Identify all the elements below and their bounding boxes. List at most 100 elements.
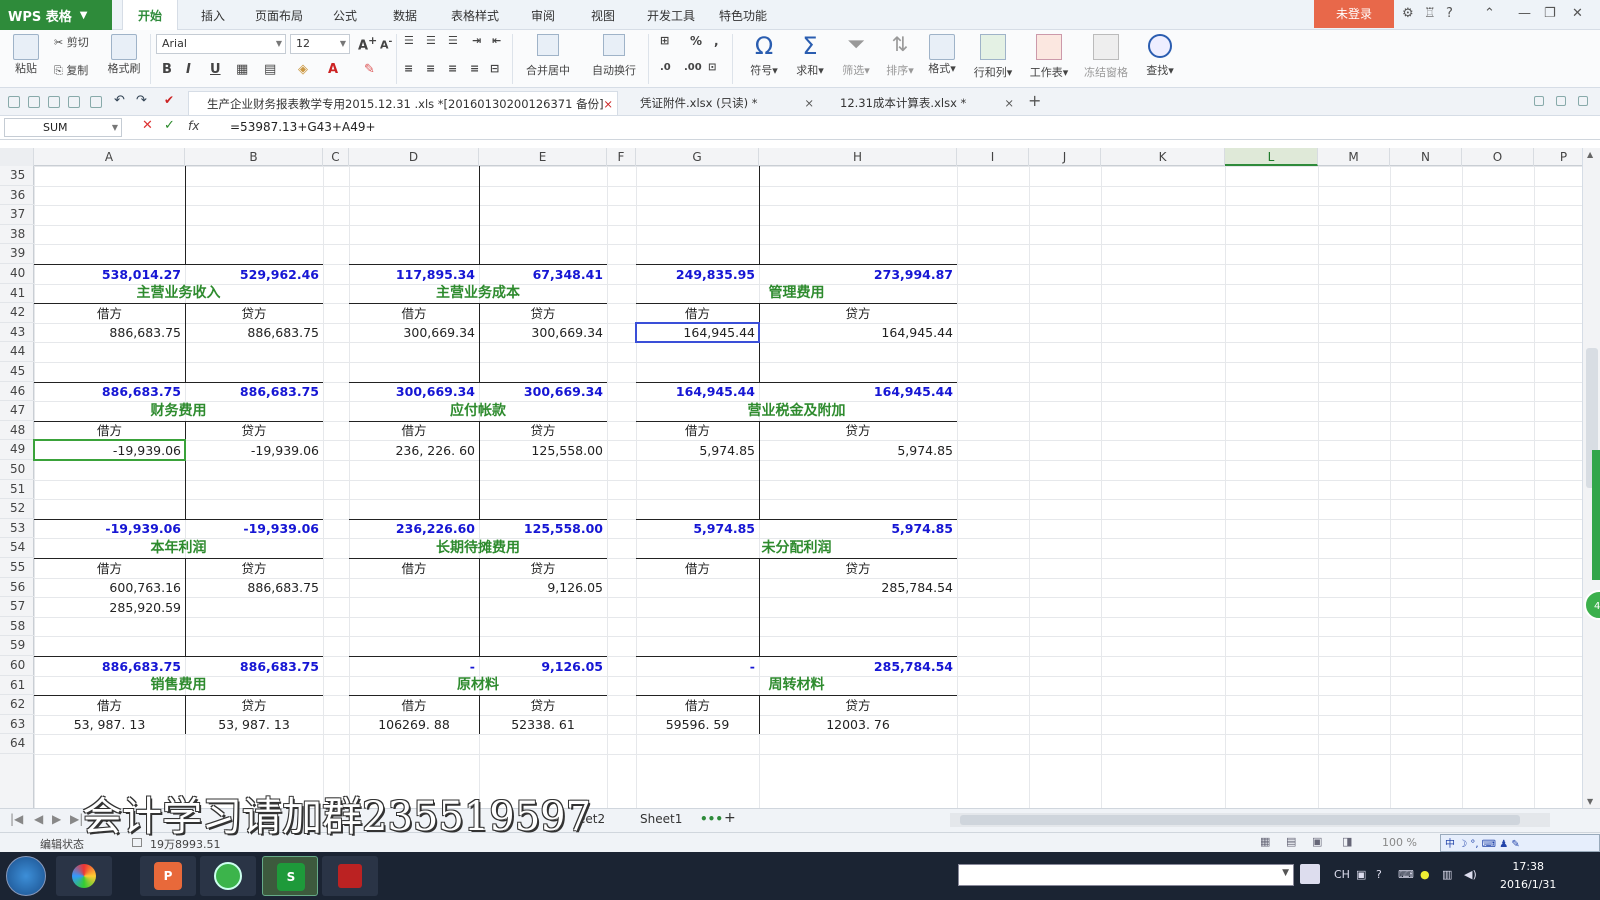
decrease-decimal-icon[interactable]: .00: [684, 62, 702, 73]
keyboard-icon[interactable]: ⌨: [1398, 868, 1414, 881]
decrease-font-icon[interactable]: A-: [380, 36, 392, 52]
align-bottom-icon[interactable]: ☰: [448, 34, 458, 47]
row-header[interactable]: 61: [0, 676, 34, 696]
row-header[interactable]: 55: [0, 558, 34, 578]
start-button[interactable]: [6, 856, 46, 896]
increase-decimal-icon[interactable]: .0: [660, 62, 671, 73]
taskbar-app-photos[interactable]: [56, 856, 112, 896]
page-break-icon[interactable]: ▤: [1286, 835, 1296, 848]
more-sheets-icon[interactable]: •••: [700, 812, 723, 826]
column-header[interactable]: F: [607, 148, 636, 166]
debit-label[interactable]: 借方: [349, 304, 479, 324]
value-cell[interactable]: 285,784.54: [759, 578, 957, 598]
credit-label[interactable]: 贷方: [759, 304, 957, 324]
close-icon[interactable]: ✕: [1572, 6, 1583, 21]
total-cell[interactable]: -: [349, 657, 479, 677]
border-icon[interactable]: ▦: [236, 62, 248, 77]
worksheet-button[interactable]: 工作表▾: [1024, 34, 1074, 80]
row-header[interactable]: 41: [0, 284, 34, 304]
total-cell[interactable]: 5,974.85: [636, 519, 759, 539]
account-title[interactable]: 主营业务成本: [349, 284, 607, 304]
minimize-icon[interactable]: —: [1518, 6, 1531, 21]
help-tray-icon[interactable]: ?: [1376, 868, 1382, 881]
column-header[interactable]: M: [1318, 148, 1390, 166]
row-header[interactable]: 62: [0, 695, 34, 715]
wrap-text-button[interactable]: 自动换行: [584, 34, 644, 78]
skin-icon[interactable]: ♖: [1424, 6, 1436, 21]
total-cell[interactable]: 67,348.41: [479, 265, 607, 285]
row-header[interactable]: 49: [0, 440, 34, 460]
doc-tab-voucher[interactable]: 凭证附件.xlsx (只读) * ×: [622, 91, 818, 115]
row-header[interactable]: 58: [0, 617, 34, 637]
credit-label[interactable]: 贷方: [185, 559, 323, 579]
select-all-corner[interactable]: [0, 148, 34, 166]
tab-table-style[interactable]: 表格样式: [440, 0, 510, 30]
row-col-button[interactable]: 行和列▾: [968, 34, 1018, 80]
value-cell[interactable]: 285,920.59: [34, 598, 185, 618]
value-cell[interactable]: 886,683.75: [185, 578, 323, 598]
column-header[interactable]: J: [1029, 148, 1101, 166]
language-indicator[interactable]: CH: [1334, 868, 1350, 881]
app-menu-button[interactable]: WPS 表格 ▼: [0, 0, 112, 30]
credit-label[interactable]: 贷方: [185, 304, 323, 324]
total-cell[interactable]: 236,226.60: [349, 519, 479, 539]
filter-button[interactable]: ⏷ 筛选▾: [836, 32, 876, 78]
align-top-icon[interactable]: ☰: [404, 34, 414, 47]
insert-function-icon[interactable]: fx: [188, 119, 199, 133]
credit-label[interactable]: 贷方: [759, 559, 957, 579]
total-cell[interactable]: 886,683.75: [185, 657, 323, 677]
doc-tab-financial-report[interactable]: 生产企业财务报表教学专用2015.12.31 .xls *[2016013020…: [188, 91, 618, 115]
open-icon[interactable]: [8, 96, 20, 108]
total-cell[interactable]: 164,945.44: [759, 382, 957, 402]
font-color-icon[interactable]: A: [328, 62, 338, 77]
column-header[interactable]: B: [185, 148, 323, 166]
column-header[interactable]: C: [323, 148, 349, 166]
row-header[interactable]: 52: [0, 499, 34, 519]
account-title[interactable]: 应付帐款: [349, 402, 607, 422]
justify-icon[interactable]: ≡: [470, 62, 479, 75]
row-header[interactable]: 50: [0, 460, 34, 480]
credit-label[interactable]: 贷方: [479, 696, 607, 716]
debit-label[interactable]: 借方: [636, 421, 759, 441]
column-header[interactable]: K: [1101, 148, 1225, 166]
underline-button[interactable]: U: [210, 62, 221, 77]
horizontal-scrollbar[interactable]: [950, 813, 1550, 827]
network-icon[interactable]: ▥: [1442, 868, 1452, 881]
cancel-icon[interactable]: ✕: [142, 118, 153, 133]
total-cell[interactable]: -19,939.06: [185, 519, 323, 539]
preview-icon[interactable]: [68, 96, 80, 108]
find-button[interactable]: 查找▾: [1138, 34, 1182, 78]
close-tab-icon[interactable]: ×: [1004, 91, 1014, 115]
column-header[interactable]: A: [34, 148, 185, 166]
ime-toolbar[interactable]: 中 ☽ °, ⌨ ♟ ✎: [1440, 834, 1600, 852]
symbol-button[interactable]: Ω 符号▾: [744, 32, 784, 78]
total-cell[interactable]: 300,669.34: [349, 382, 479, 402]
account-title[interactable]: 财务费用: [34, 402, 323, 422]
value-cell[interactable]: 886,683.75: [34, 323, 185, 343]
total-cell[interactable]: 529,962.46: [185, 265, 323, 285]
taskbar-app-spreadsheet[interactable]: S: [262, 856, 318, 896]
credit-label[interactable]: 贷方: [479, 421, 607, 441]
paste-button[interactable]: 粘贴: [6, 34, 46, 76]
total-cell[interactable]: 300,669.34: [479, 382, 607, 402]
normal-view-icon[interactable]: ▦: [1260, 835, 1270, 848]
taskbar-app-browser[interactable]: [200, 856, 256, 896]
save-icon[interactable]: [28, 96, 40, 108]
debit-label[interactable]: 借方: [34, 421, 185, 441]
account-title[interactable]: 主营业务收入: [34, 284, 323, 304]
taskbar-app-recorder[interactable]: [322, 856, 378, 896]
scroll-down-icon[interactable]: ▼: [1587, 797, 1593, 806]
clear-format-icon[interactable]: ✎: [364, 62, 375, 77]
account-title[interactable]: 长期待摊费用: [349, 539, 607, 559]
total-cell[interactable]: -: [636, 657, 759, 677]
row-header[interactable]: 44: [0, 342, 34, 362]
align-left-icon[interactable]: ≡: [404, 62, 413, 75]
row-header[interactable]: 40: [0, 264, 34, 284]
page-layout-icon[interactable]: ▣: [1312, 835, 1322, 848]
credit-label[interactable]: 贷方: [759, 421, 957, 441]
merge-cells-icon[interactable]: ▤: [264, 62, 276, 77]
tile-icon[interactable]: [1534, 96, 1544, 106]
outdent-icon[interactable]: ⇤: [492, 34, 501, 47]
value-cell[interactable]: 53, 987. 13: [34, 715, 185, 735]
undo-icon[interactable]: ↶: [114, 93, 125, 108]
